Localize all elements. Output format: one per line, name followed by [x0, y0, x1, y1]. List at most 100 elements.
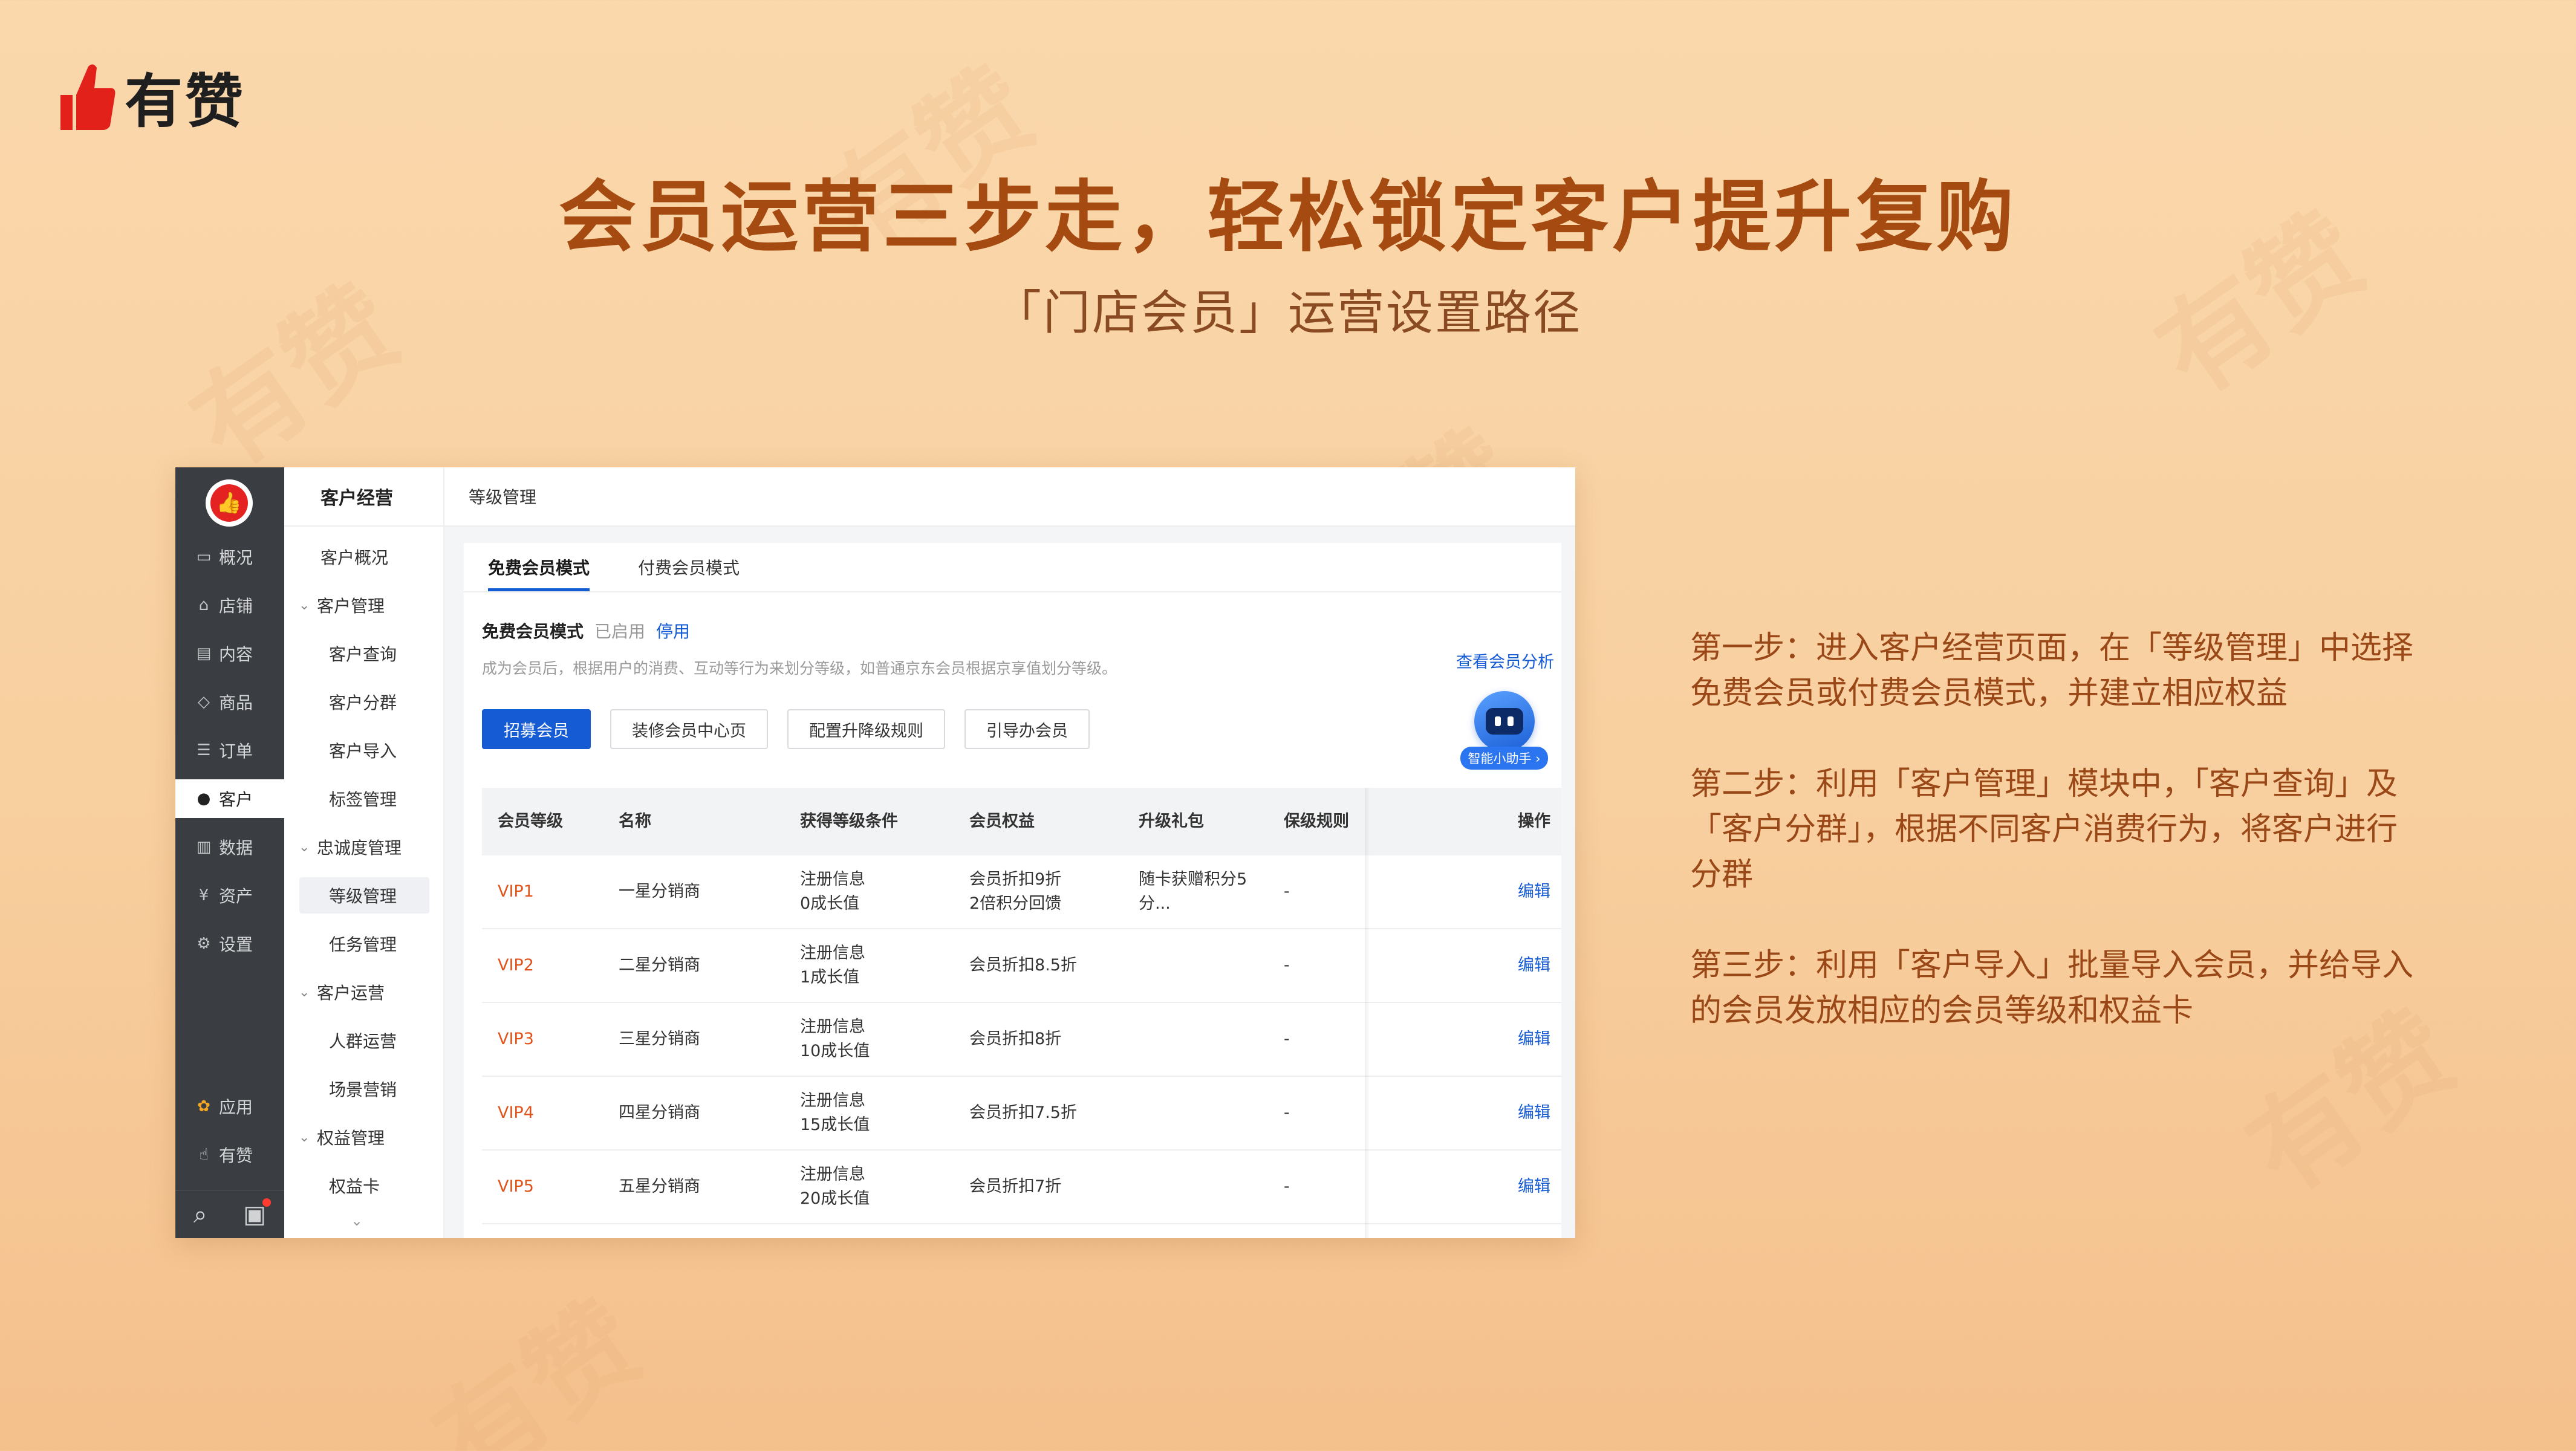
- chat-icon[interactable]: ▣: [243, 1198, 272, 1229]
- breadcrumb: 等级管理: [444, 467, 1575, 527]
- rail-item-goods[interactable]: ◇ 商品: [175, 683, 284, 721]
- name-cell: 一星分销商: [619, 882, 700, 901]
- subnav-group-customer-manage[interactable]: ⌄ 客户管理: [284, 587, 443, 623]
- subnav-group-benefits[interactable]: ⌄ 权益管理: [284, 1119, 443, 1155]
- name-cell: 二星分销商: [619, 956, 700, 975]
- keep-rule-cell: -: [1284, 956, 1290, 975]
- col-header-operation: 操作: [1518, 812, 1550, 831]
- name-cell: 四星分销商: [619, 1103, 700, 1122]
- subnav-item-task-manage[interactable]: 任务管理: [284, 926, 443, 962]
- condition-cell: 注册信息 20成长值: [800, 1151, 870, 1223]
- subnav-item-customer-segment[interactable]: 客户分群: [284, 684, 443, 720]
- subnav-group-loyalty[interactable]: ⌄ 忠诚度管理: [284, 829, 443, 865]
- mode-status: 已启用: [594, 622, 646, 641]
- monitor-icon: ▭: [196, 548, 212, 566]
- col-header-condition: 获得等级条件: [800, 812, 898, 831]
- subnav-label: 客户运营: [317, 983, 385, 1003]
- edit-link[interactable]: 编辑: [1518, 929, 1550, 1002]
- rail-item-youzan[interactable]: ☝ 有赞: [175, 1135, 284, 1174]
- table-header: 会员等级 名称 获得等级条件 会员权益 升级礼包 保级规则 操作: [482, 788, 1561, 855]
- keep-rule-cell: -: [1284, 882, 1290, 901]
- rail-label: 店铺: [219, 596, 253, 616]
- subnav-item-overview[interactable]: 客户概况: [284, 539, 443, 575]
- benefit-line: 会员折扣8.5折: [969, 956, 1077, 975]
- table-row: VIP2 二星分销商 注册信息 1成长值 会员折扣8.5折 - 编辑: [482, 929, 1561, 1003]
- rail-item-overview[interactable]: ▭ 概况: [175, 537, 284, 576]
- subnav-item-level-manage[interactable]: 等级管理: [299, 877, 429, 914]
- rail-label: 商品: [219, 693, 253, 713]
- chevron-down-icon[interactable]: ⌄: [351, 1212, 363, 1229]
- step-two: 第二步：利用「客户管理」模块中，「客户查询」及「客户分群」，根据不同客户消费行为…: [1690, 766, 2398, 893]
- configure-level-rules-button[interactable]: 配置升降级规则: [787, 709, 945, 749]
- benefit-cell: 会员折扣9折 2倍积分回馈: [969, 855, 1061, 928]
- subnav-item-tag-manage[interactable]: 标签管理: [284, 781, 443, 817]
- level-cell: VIP5: [498, 1177, 534, 1196]
- recruit-member-button[interactable]: 招募会员: [482, 709, 591, 749]
- mode-status-line: 免费会员模式 已启用 停用: [482, 618, 690, 643]
- subnav-item-crowd-ops[interactable]: 人群运营: [284, 1022, 443, 1059]
- subnav-item-benefit-card[interactable]: 权益卡: [284, 1167, 443, 1204]
- col-header-level: 会员等级: [498, 812, 563, 831]
- gift-line: 随卡获赠积分5: [1139, 870, 1247, 889]
- condition-line: 注册信息: [800, 870, 865, 889]
- rail-label: 订单: [219, 741, 253, 761]
- condition-cell: 注册信息 1成长值: [800, 929, 865, 1002]
- smart-assistant[interactable]: 智能小助手 ›: [1454, 691, 1554, 770]
- edit-link[interactable]: 编辑: [1518, 855, 1550, 928]
- benefit-line: 会员折扣7折: [969, 1177, 1062, 1196]
- subnav-item-customer-query[interactable]: 客户查询: [284, 635, 443, 672]
- search-icon[interactable]: ⌕: [194, 1201, 207, 1229]
- member-analysis-link[interactable]: 查看会员分析: [1456, 649, 1554, 672]
- condition-cell: 注册信息 0成长值: [800, 855, 865, 928]
- subnav-label: 客户管理: [317, 596, 385, 616]
- mode-tabs: 免费会员模式 付费会员模式: [464, 543, 1561, 592]
- condition-cell: 注册信息 15成长值: [800, 1077, 870, 1149]
- app-logo[interactable]: 👍: [206, 479, 253, 527]
- rail-item-settings[interactable]: ⚙ 设置: [175, 924, 284, 963]
- sub-navigation: 客户经营 客户概况 ⌄ 客户管理 客户查询 客户分群 客户导入 标签管理 ⌄ 忠诚度…: [284, 467, 444, 1238]
- rail-item-assets[interactable]: ¥ 资产: [175, 876, 284, 915]
- rail-label: 客户: [219, 790, 253, 810]
- edit-link[interactable]: 编辑: [1518, 1151, 1550, 1223]
- robot-eye: [1495, 716, 1501, 726]
- subnav-item-scene-marketing[interactable]: 场景营销: [284, 1071, 443, 1107]
- main-content: 等级管理 免费会员模式 付费会员模式 免费会员模式 已启用 停用 成为会员后，根…: [444, 467, 1575, 1238]
- rail-item-apps[interactable]: ✿ 应用: [175, 1087, 284, 1126]
- content-card: 免费会员模式 付费会员模式 免费会员模式 已启用 停用 成为会员后，根据用户的消…: [464, 543, 1561, 1238]
- edit-link[interactable]: 编辑: [1518, 1003, 1550, 1076]
- chevron-down-icon: ⌄: [299, 839, 310, 855]
- tab-paid-member[interactable]: 付费会员模式: [638, 555, 740, 591]
- rail-label: 设置: [219, 935, 253, 955]
- robot-eye: [1508, 716, 1514, 726]
- guide-membership-button[interactable]: 引导办会员: [964, 709, 1090, 749]
- benefit-line: 会员折扣7.5折: [969, 1103, 1077, 1122]
- rail-item-orders[interactable]: ☰ 订单: [175, 731, 284, 770]
- edit-link[interactable]: 编辑: [1518, 1077, 1550, 1149]
- subnav-group-customer-ops[interactable]: ⌄ 客户运营: [284, 974, 443, 1010]
- store-icon: ⌂: [198, 596, 209, 614]
- condition-line: 1成长值: [800, 968, 860, 987]
- brand: 有赞: [60, 54, 246, 138]
- benefit-cell: 会员折扣8.5折: [969, 929, 1077, 1002]
- chevron-down-icon: ⌄: [299, 1129, 310, 1145]
- col-header-gift: 升级礼包: [1139, 812, 1204, 831]
- decorate-member-center-button[interactable]: 装修会员中心页: [610, 709, 768, 749]
- robot-face: [1485, 708, 1523, 735]
- rail-item-store[interactable]: ⌂ 店铺: [175, 586, 284, 625]
- rail-item-data[interactable]: ▥ 数据: [175, 828, 284, 866]
- keep-rule-cell: -: [1284, 1030, 1290, 1048]
- level-cell: VIP1: [498, 882, 534, 901]
- subnav-label: 忠诚度管理: [317, 838, 402, 858]
- chevron-down-icon: ⌄: [299, 597, 310, 613]
- tab-free-member[interactable]: 免费会员模式: [488, 555, 590, 591]
- condition-line: 注册信息: [800, 1018, 865, 1036]
- user-icon: ●: [197, 790, 211, 808]
- subnav-item-customer-import[interactable]: 客户导入: [284, 732, 443, 768]
- steps-list: 第一步：进入客户经营页面，在「等级管理」中选择免费会员或付费会员模式，并建立相应…: [1690, 626, 2428, 1079]
- fixed-column-shadow: [1365, 788, 1370, 1238]
- keep-rule-cell: -: [1284, 1177, 1290, 1196]
- rail-item-customer[interactable]: ● 客户: [175, 779, 284, 818]
- rail-item-content[interactable]: ▤ 内容: [175, 634, 284, 673]
- condition-line: 10成长值: [800, 1042, 870, 1060]
- disable-link[interactable]: 停用: [656, 618, 690, 643]
